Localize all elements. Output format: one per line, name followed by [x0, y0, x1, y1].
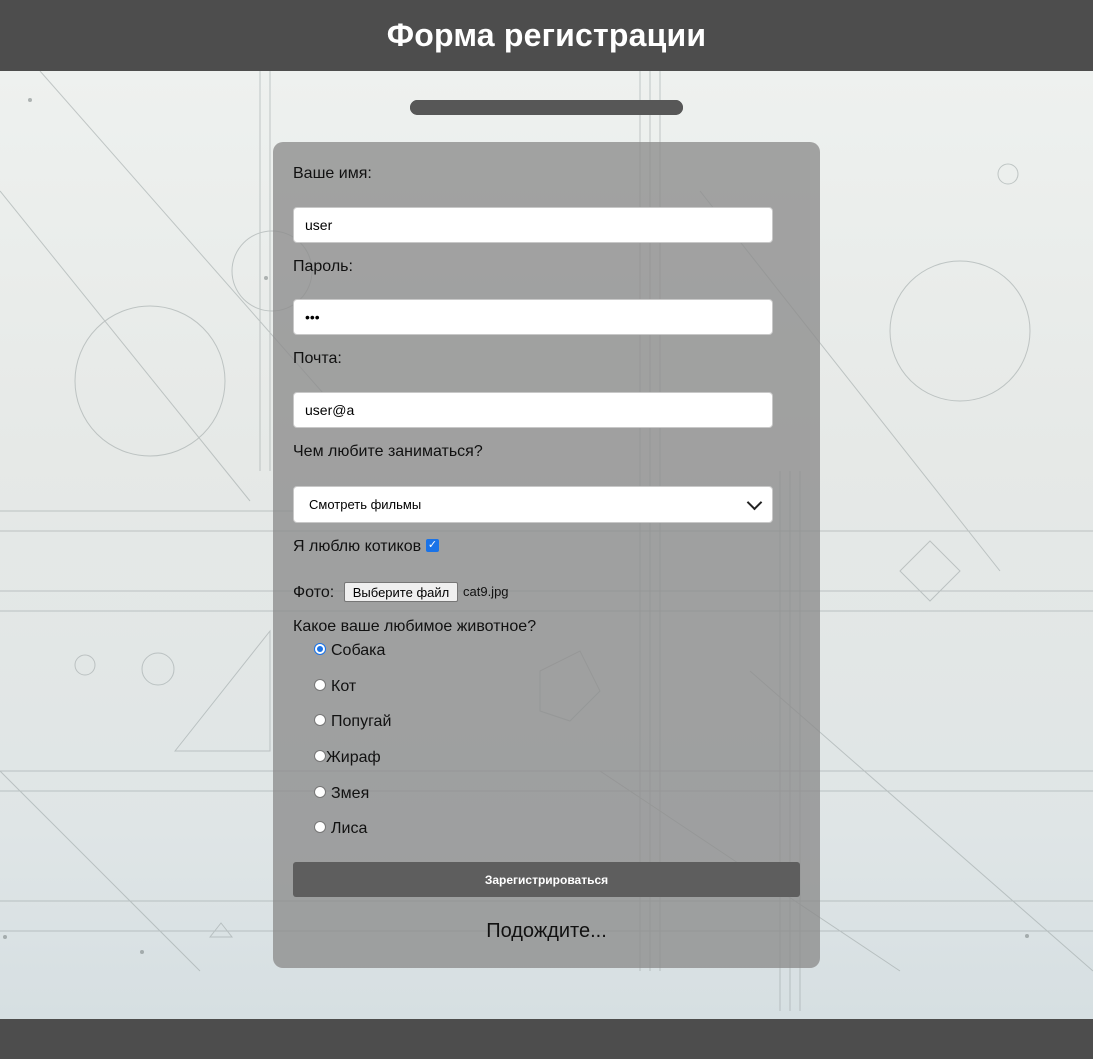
- radio-fox[interactable]: [314, 821, 326, 833]
- email-input[interactable]: [293, 392, 773, 428]
- photo-label: Фото:: [293, 584, 335, 601]
- cats-checkbox[interactable]: ✓: [426, 539, 439, 552]
- radio-label-dog: Собака: [331, 642, 386, 659]
- progress-bar: [410, 100, 683, 115]
- checkmark-icon: ✓: [427, 539, 438, 551]
- hobby-select[interactable]: Смотреть фильмы: [293, 486, 773, 523]
- cats-label: Я люблю котиков: [293, 538, 422, 555]
- animal-question: Какое ваше любимое животное?: [293, 618, 537, 635]
- radio-cat[interactable]: [314, 679, 326, 691]
- radio-label-giraffe: Жираф: [326, 749, 381, 766]
- radio-label-cat: Кот: [331, 678, 357, 695]
- chevron-down-icon: [746, 494, 763, 510]
- page-footer: [0, 1019, 1093, 1059]
- radio-label-fox: Лиса: [331, 820, 368, 837]
- file-name: cat9.jpg: [463, 584, 509, 599]
- hobby-select-value: Смотреть фильмы: [309, 497, 422, 512]
- password-label: Пароль:: [293, 258, 353, 275]
- password-input[interactable]: [293, 299, 773, 335]
- page-header: Форма регистрации: [0, 0, 1093, 71]
- radio-parrot[interactable]: [314, 714, 326, 726]
- register-button[interactable]: Зарегистрироваться: [293, 862, 800, 897]
- email-label: Почта:: [293, 350, 342, 367]
- progress-fill: [410, 100, 683, 115]
- status-text: Подождите...: [486, 920, 607, 942]
- choose-file-button[interactable]: Выберите файл: [344, 582, 458, 602]
- radio-snake[interactable]: [314, 786, 326, 798]
- page-title: Форма регистрации: [386, 17, 707, 53]
- hobby-label: Чем любите заниматься?: [293, 443, 483, 460]
- radio-label-snake: Змея: [331, 785, 370, 802]
- name-label: Ваше имя:: [293, 165, 372, 182]
- radio-label-parrot: Попугай: [331, 713, 392, 730]
- name-input[interactable]: [293, 207, 773, 243]
- radio-giraffe[interactable]: [314, 750, 326, 762]
- radio-dog[interactable]: [314, 643, 326, 655]
